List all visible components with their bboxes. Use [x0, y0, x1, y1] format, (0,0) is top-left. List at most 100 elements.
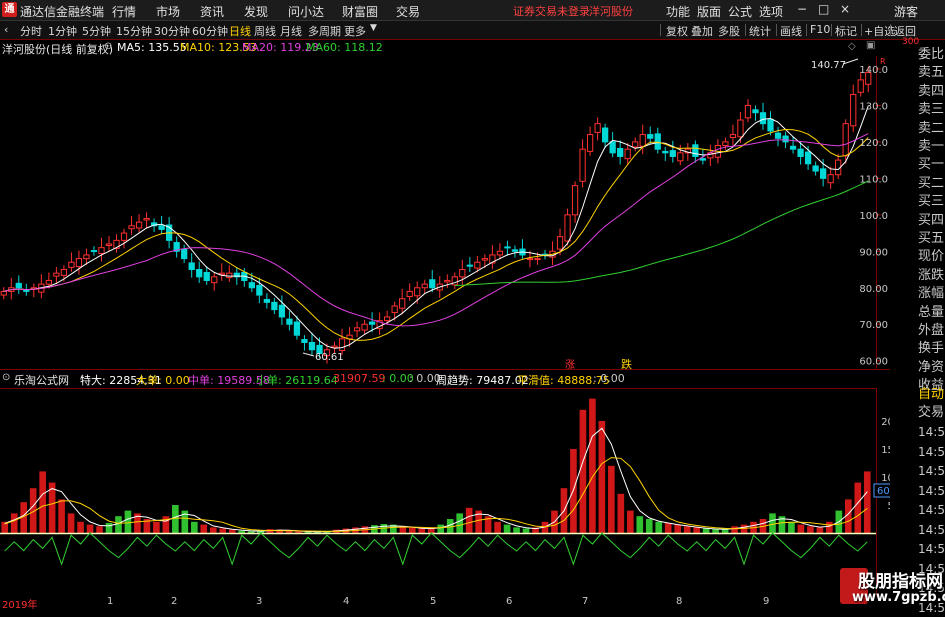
btn-biaoji[interactable]: 标记	[835, 23, 857, 39]
flow-bar	[219, 528, 227, 533]
candle-body	[797, 148, 804, 157]
month-label: 9	[763, 596, 770, 607]
flow-bar	[162, 516, 170, 533]
btn-tongji[interactable]: 统计	[749, 23, 771, 39]
menu-gongshi[interactable]: 公式	[728, 3, 752, 20]
close-icon[interactable]: ×	[840, 2, 850, 16]
menu-shichang[interactable]: 市场	[156, 3, 180, 20]
tab-15min[interactable]: 15分钟	[116, 23, 152, 39]
candle-body	[105, 243, 113, 246]
flow-bar	[105, 522, 113, 533]
side-panel-item[interactable]: 卖四	[918, 83, 945, 101]
month-label: 7	[582, 596, 589, 607]
settings-gear-icon[interactable]: ⊙	[2, 372, 10, 383]
menu-xuanxiang[interactable]: 选项	[759, 3, 783, 20]
date-axis: 2019年 1 2 3 4 5 6 7 8 9	[0, 596, 880, 611]
menu-wenxiaoda[interactable]: 问小达	[288, 3, 324, 20]
settings-gear-icon[interactable]: ⊙	[104, 41, 112, 52]
minimize-icon[interactable]: −	[797, 2, 807, 16]
tab-fenshi[interactable]: 分时	[20, 23, 42, 39]
menu-banmian[interactable]: 版面	[697, 3, 721, 20]
tab-60min[interactable]: 60分钟	[192, 23, 228, 39]
maximize-icon[interactable]: □	[818, 2, 829, 16]
btn-fuquan[interactable]: 复权	[666, 23, 688, 39]
side-panel-item[interactable]: 外盘	[918, 322, 945, 340]
side-panel-item[interactable]: 换手	[918, 340, 945, 358]
candle-body	[639, 134, 646, 147]
menu-caifuquan[interactable]: 财富圈	[342, 3, 378, 20]
candle-body	[677, 152, 684, 162]
menu-jiaoyi[interactable]: 交易	[396, 3, 420, 20]
menu-zixun[interactable]: 资讯	[200, 3, 224, 20]
price-tick-label: 100.0	[859, 211, 888, 222]
tab-weekly[interactable]: 周线	[254, 23, 276, 39]
login-status[interactable]: 证券交易未登录	[513, 3, 590, 19]
candle-body	[271, 301, 278, 311]
side-panel-item[interactable]: 买五	[918, 230, 945, 248]
side-panel-item[interactable]: 卖三	[918, 101, 945, 119]
btn-f10[interactable]: F10	[810, 23, 830, 36]
divider	[861, 24, 862, 36]
diamond-icon[interactable]: ◇	[848, 41, 856, 52]
flow-bar	[626, 510, 634, 533]
candle-body	[609, 141, 616, 154]
tab-1min[interactable]: 1分钟	[48, 23, 77, 39]
candle-body	[45, 279, 52, 285]
side-panel-item[interactable]: 买一	[918, 156, 945, 174]
candle-body	[669, 150, 676, 157]
candle-body	[0, 290, 7, 296]
candle-body	[602, 127, 609, 143]
candle-body	[286, 318, 293, 325]
side-panel-item[interactable]: 涨幅	[918, 285, 945, 303]
candle-body	[53, 272, 60, 277]
tab-30min[interactable]: 30分钟	[154, 23, 190, 39]
app-logo-icon: 通	[2, 2, 17, 17]
menu-faxian[interactable]: 发现	[244, 3, 268, 20]
trade-time: 14:56	[918, 503, 945, 517]
trade-label[interactable]: 交易	[918, 404, 945, 422]
tab-5min[interactable]: 5分钟	[82, 23, 111, 39]
more-chevron-icon[interactable]: ▼	[370, 23, 377, 33]
side-panel-item[interactable]: 卖二	[918, 120, 945, 138]
side-panel-item[interactable]: 总量	[918, 304, 945, 322]
price-tick-label: 130.0	[859, 101, 888, 112]
money-flow-chart[interactable]: 20000150001000050000 6036	[0, 388, 890, 596]
menu-hangqing[interactable]: 行情	[112, 3, 136, 20]
candle-body	[526, 258, 534, 261]
tab-daily[interactable]: 日线	[229, 23, 251, 39]
side-panel-item[interactable]: 卖一	[918, 138, 945, 156]
btn-huaxian[interactable]: 画线	[780, 23, 802, 39]
green-flow-line	[4, 532, 868, 566]
side-panel-item[interactable]: 委比	[918, 46, 945, 64]
tab-monthly[interactable]: 月线	[280, 23, 302, 39]
tab-more[interactable]: 更多	[344, 23, 366, 39]
flow-bar	[67, 513, 75, 533]
price-tick-label: 70.00	[859, 320, 888, 331]
main-kline-chart[interactable]: 140.77 60.61 涨 跌 140.0 130.0 120.0 110.0 100…	[0, 56, 890, 370]
candle-body	[850, 93, 857, 127]
side-panel-item[interactable]: 现价	[918, 248, 945, 266]
flow-bar	[522, 528, 530, 533]
left-arrow-icon[interactable]: ‹	[4, 23, 8, 36]
month-label: 6	[506, 596, 513, 607]
btn-diejia[interactable]: 叠加	[691, 23, 713, 39]
menu-gongneng[interactable]: 功能	[666, 3, 690, 20]
ma10-line	[3, 128, 869, 341]
side-panel-item[interactable]: 买四	[918, 212, 945, 230]
side-panel-item[interactable]: 涨跌	[918, 267, 945, 285]
auto-label[interactable]: 自动	[918, 386, 945, 404]
side-panel-item[interactable]: 卖五	[918, 64, 945, 82]
candle-body	[789, 145, 797, 150]
side-panel-item[interactable]: 买三	[918, 193, 945, 211]
side-panel-item[interactable]: 净资	[918, 359, 945, 377]
flow-bar	[96, 526, 103, 533]
side-panel-item[interactable]: 买二	[918, 175, 945, 193]
btn-duogu[interactable]: 多股	[718, 23, 740, 39]
tab-multi-period[interactable]: 多周期	[308, 23, 341, 39]
window-icon[interactable]: ▣	[866, 40, 875, 51]
candle-body	[75, 258, 83, 268]
candle-body	[729, 134, 737, 139]
user-guest[interactable]: 游客	[894, 3, 918, 20]
flow-tick-label: 20000	[881, 417, 890, 428]
trade-time: 14:56	[918, 522, 945, 537]
